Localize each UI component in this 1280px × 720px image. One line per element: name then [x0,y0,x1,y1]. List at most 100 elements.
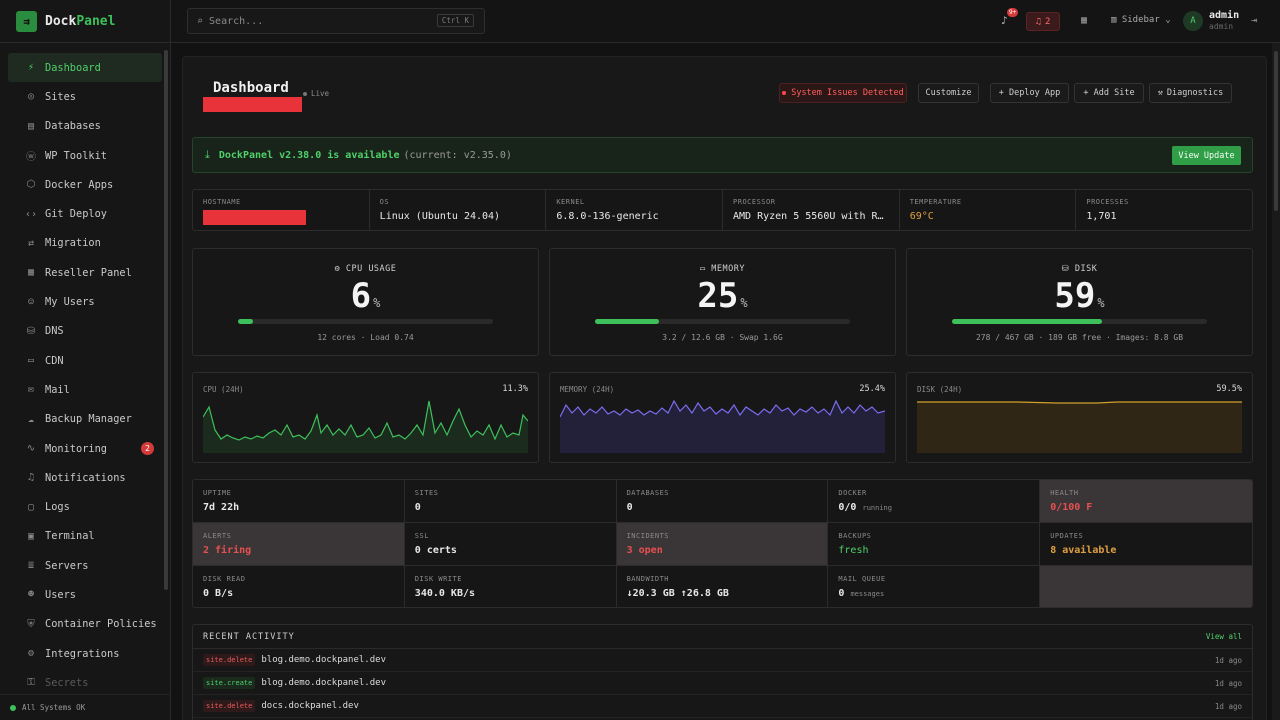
view-update-button[interactable]: View Update [1172,146,1241,165]
stat-sites[interactable]: SITES 0 [404,480,617,523]
stat-alerts[interactable]: ALERTS 2 firing [193,523,405,566]
notifications-icon: ♫ [27,472,35,484]
avatar[interactable]: A [1183,11,1203,31]
search-input[interactable]: ⌕ Search... Ctrl K [187,8,485,34]
disk-24h-chart: DISK (24H) 59.5% [906,372,1253,463]
memory-24h-value: 25.4% [859,384,885,394]
sidebar-toggle[interactable]: ▥ Sidebar ⌄ [1111,15,1171,25]
cpu-24h-value: 11.3% [502,384,528,394]
sidebar-item-users[interactable]: ☻ Users [8,580,162,609]
stat-label: INCIDENTS [626,532,670,540]
view-all-link[interactable]: View all [1206,632,1242,641]
sidebar-scrollbar[interactable] [164,50,168,590]
add-site-button[interactable]: + Add Site [1074,83,1144,103]
stat-label: SITES [414,489,439,497]
activity-row[interactable]: site.delete docs.dockpanel.dev 1d ago [193,695,1252,718]
my-users-icon: ☺ [27,296,35,308]
sidebar-item-label: Notifications [45,471,126,484]
sidebar-item-label: WP Toolkit [45,149,107,162]
sidebar-layout-icon: ▥ [1111,15,1122,25]
stat-uptime[interactable]: UPTIME 7d 22h [193,480,405,523]
logout-icon[interactable]: ⇥ [1251,15,1257,26]
memory-sparkline [560,399,885,453]
sidebar-item-label: Users [45,588,76,601]
sidebar-item-reseller-panel[interactable]: ▦ Reseller Panel [8,258,162,287]
secrets-icon: ⚿ [27,677,35,689]
sidebar-item-sites[interactable]: ◎ Sites [8,82,162,111]
monitoring-badge: 2 [141,442,154,455]
disk-gauge-value: 59% [1054,276,1105,316]
disk-icon: ⛁ [1061,264,1070,274]
stat-label: DATABASES [626,489,670,497]
main-scrollbar[interactable] [1272,43,1280,720]
sidebar-item-servers[interactable]: ≣ Servers [8,551,162,580]
sidebar-item-backup-manager[interactable]: ☁ Backup Manager [8,405,162,434]
notifications-bell-icon[interactable]: ♪ 9+ [1001,8,1019,27]
stat-ssl[interactable]: SSL 0 certs [404,523,617,566]
sidebar-item-label: Sites [45,90,76,103]
sys-processes: PROCESSES 1,701 [1076,190,1252,230]
system-status-label: All Systems OK [22,703,86,712]
sidebar-item-mail[interactable]: ✉ Mail [8,375,162,404]
sidebar-item-dns[interactable]: ⛁ DNS [8,317,162,346]
memory-24h-chart: MEMORY (24H) 25.4% [549,372,896,463]
diagnostics-button[interactable]: ⚒ Diagnostics [1149,83,1232,103]
sidebar-item-git-deploy[interactable]: ‹› Git Deploy [8,199,162,228]
sidebar-item-label: Dashboard [45,61,101,74]
redacted-subtitle [203,97,302,112]
sidebar-item-migration[interactable]: ⇄ Migration [8,229,162,258]
sidebar-item-label: Secrets [45,676,89,689]
sidebar-item-wp-toolkit[interactable]: ⓦ WP Toolkit [8,141,162,170]
activity-time: 1d ago [1214,701,1242,711]
activity-row[interactable]: site.create blog.demo.dockpanel.dev 1d ago [193,672,1252,695]
activity-header: RECENT ACTIVITY View all [193,625,1252,649]
servers-icon[interactable]: ▦ [1081,15,1087,26]
disk-gauge-sub: 278 / 467 GB · 189 GB free · Images: 8.8… [975,333,1184,342]
sidebar-item-logs[interactable]: ▢ Logs [8,492,162,521]
stat-health[interactable]: HEALTH 0/100 F [1040,480,1252,523]
stat-value: 7d 22h [203,502,240,513]
logo-icon: ⇉ [16,10,37,32]
activity-domain: docs.dockpanel.dev [261,701,359,711]
stat-disk-read[interactable]: DISK READ 0 B/s [193,566,405,607]
mail-icon: ✉ [27,384,35,396]
update-banner: ⤓ DockPanel v2.38.0 is available (curren… [192,137,1253,173]
stat-updates[interactable]: UPDATES 8 available [1040,523,1252,566]
users-icon: ☻ [27,589,35,601]
alert-dot-icon [782,91,787,95]
stat-backups[interactable]: BACKUPS fresh [828,523,1041,566]
stat-label: DISK WRITE [414,575,462,583]
monitoring-icon: ∿ [26,443,36,454]
sidebar-item-databases[interactable]: ▤ Databases [8,112,162,141]
customize-button[interactable]: Customize [918,83,979,103]
activity-row[interactable]: site.delete blog.demo.dockpanel.dev 1d ago [193,649,1252,672]
sidebar-item-docker-apps[interactable]: ⬡ Docker Apps [8,170,162,199]
sidebar-item-container-policies[interactable]: ⛨ Container Policies [8,610,162,639]
sidebar-item-cdn[interactable]: ▭ CDN [8,346,162,375]
cpu-progress [238,319,493,324]
sys-label: OS [379,198,390,206]
page-title: Dashboard [213,80,289,96]
stat-docker[interactable]: DOCKER 0/0 running [828,480,1041,523]
notification-badge: 9+ [1007,8,1019,17]
system-issues-button[interactable]: System Issues Detected [779,83,907,103]
stat-databases[interactable]: DATABASES 0 [616,480,829,523]
brand[interactable]: ⇉ DockPanel [0,0,170,43]
brand-name: DockPanel [45,13,116,29]
alerts-button[interactable]: ♫ 2 [1026,12,1060,31]
stat-mail-queue[interactable]: MAIL QUEUE 0 messages [828,566,1041,607]
sidebar-item-dashboard[interactable]: ⚡ Dashboard [8,53,162,83]
memory-progress [595,319,850,324]
stat-label: DOCKER [838,489,867,497]
stat-disk-write[interactable]: DISK WRITE 340.0 KB/s [405,566,617,607]
sidebar-item-monitoring[interactable]: ∿ Monitoring 2 [8,434,162,463]
sidebar-item-terminal[interactable]: ▣ Terminal [8,522,162,551]
sys-temperature: TEMPERATURE 69°C [900,190,1077,230]
stat-bandwidth[interactable]: BANDWIDTH ↓20.3 GB ↑26.8 GB [617,566,829,607]
stat-incidents[interactable]: INCIDENTS 3 open [616,523,829,566]
deploy-app-button[interactable]: + Deploy App [990,83,1069,103]
memory-icon: ▭ [700,264,706,274]
sidebar-item-my-users[interactable]: ☺ My Users [8,287,162,316]
sidebar-item-notifications[interactable]: ♫ Notifications [8,463,162,492]
sidebar-item-integrations[interactable]: ⚙ Integrations [8,639,162,668]
